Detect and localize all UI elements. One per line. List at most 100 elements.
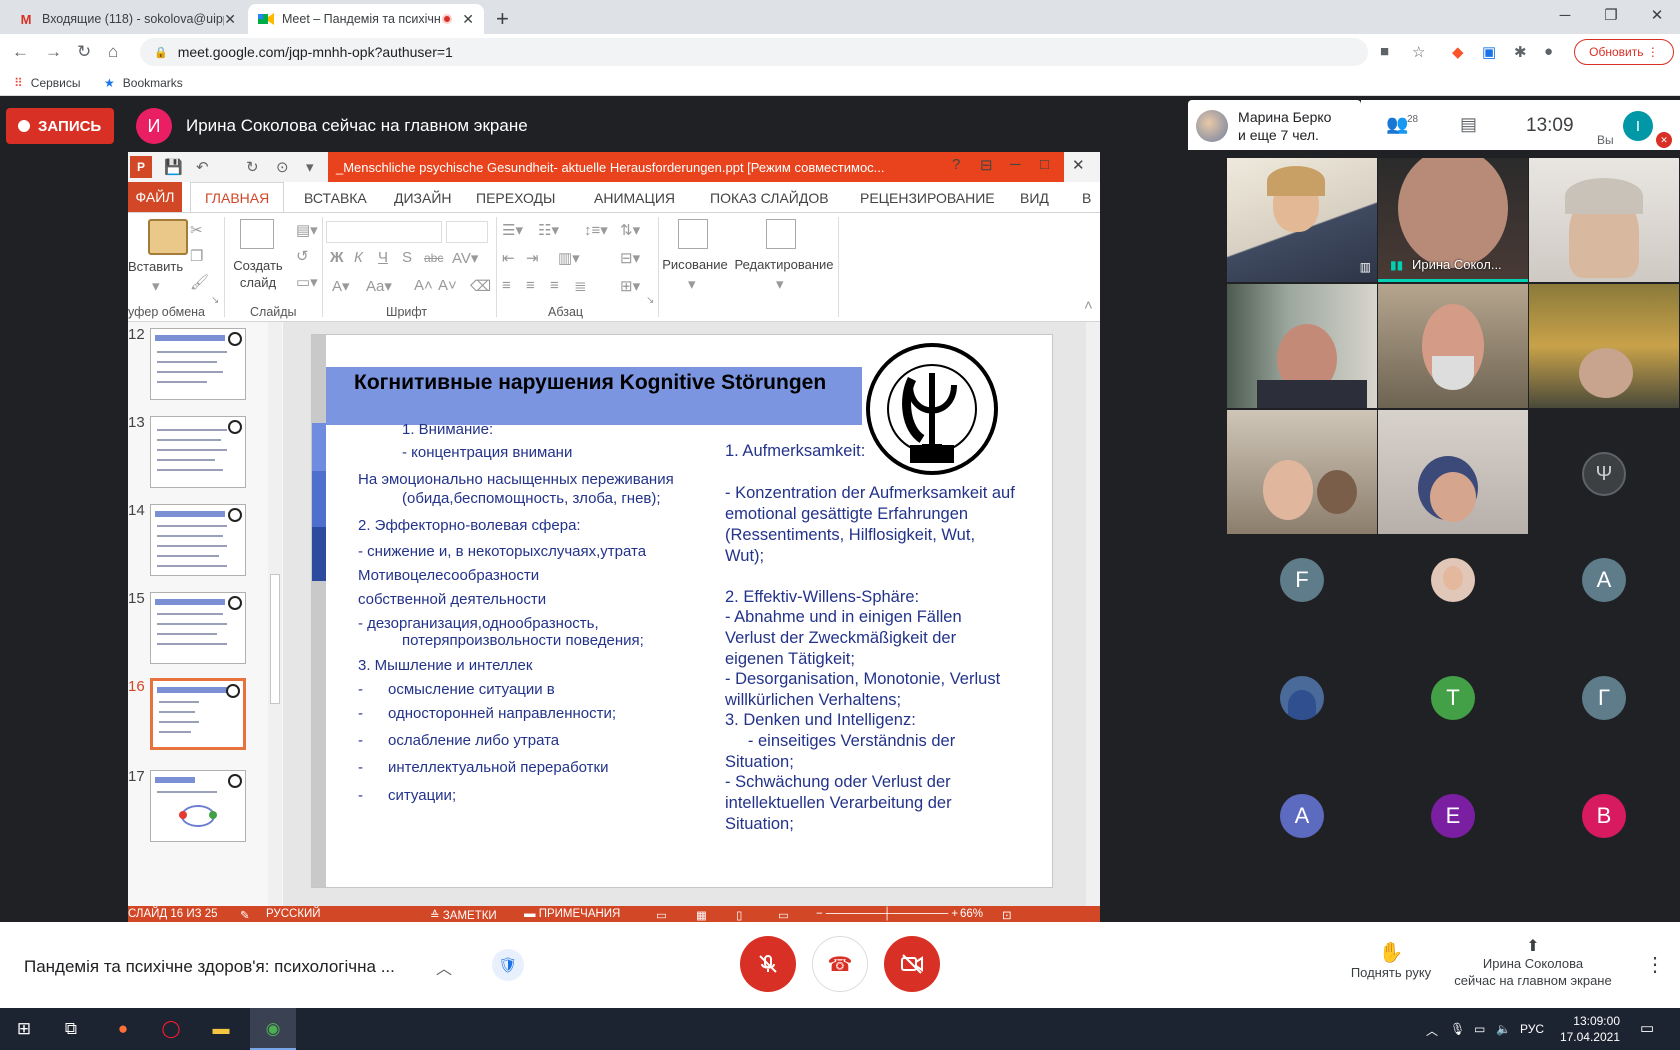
video-tile[interactable] bbox=[1378, 284, 1528, 408]
slideshow-icon[interactable]: ⊙ bbox=[276, 158, 289, 176]
spellcheck-icon[interactable]: ✎ bbox=[240, 908, 250, 922]
columns-icon[interactable]: ▥▾ bbox=[558, 249, 580, 267]
ribbon-display-icon[interactable]: ⊟ bbox=[980, 156, 993, 174]
tab-insert[interactable]: ВСТАВКА bbox=[304, 190, 367, 206]
fit-slide-icon[interactable]: ⊡ bbox=[1002, 908, 1012, 922]
char-spacing-icon[interactable]: AV▾ bbox=[452, 249, 478, 267]
language-status[interactable]: РУССКИЙ bbox=[266, 908, 321, 920]
leave-call-button[interactable]: ☎ bbox=[812, 936, 868, 992]
tab-gmail[interactable]: M Входящие (118) - sokolova@uipp ✕ bbox=[8, 4, 246, 34]
slideshow-view-icon[interactable]: ▭ bbox=[778, 908, 789, 922]
recording-badge[interactable]: ЗАПИСЬ bbox=[6, 108, 114, 144]
bookmark-apps[interactable]: ⠿ Сервисы bbox=[14, 76, 81, 90]
tab-design[interactable]: ДИЗАЙН bbox=[394, 190, 452, 206]
customize-qat-icon[interactable]: ▾ bbox=[306, 158, 314, 176]
notes-button[interactable]: ≙ ЗАМЕТКИ bbox=[430, 908, 497, 922]
increase-indent-icon[interactable]: ⇥ bbox=[526, 249, 539, 267]
close-window-icon[interactable]: ✕ bbox=[1634, 0, 1680, 30]
justify-icon[interactable]: ≣ bbox=[574, 277, 587, 295]
grow-font-icon[interactable]: A˄ bbox=[414, 277, 433, 294]
cut-icon[interactable]: ✂ bbox=[190, 221, 203, 239]
italic-button[interactable]: К bbox=[354, 249, 363, 266]
normal-view-icon[interactable]: ▭ bbox=[656, 908, 667, 922]
tab-transitions[interactable]: ПЕРЕХОДЫ bbox=[476, 190, 555, 206]
people-icon[interactable]: 👥 bbox=[1386, 114, 1408, 135]
avatar-tile[interactable]: B bbox=[1582, 794, 1626, 838]
tab-slideshow[interactable]: ПОКАЗ СЛАЙДОВ bbox=[710, 190, 829, 206]
tab-more[interactable]: В bbox=[1082, 190, 1091, 206]
avatar-tile[interactable]: E bbox=[1431, 794, 1475, 838]
underline-button[interactable]: Ч bbox=[378, 249, 388, 266]
text-direction-icon[interactable]: ⇅▾ bbox=[620, 221, 640, 239]
address-bar[interactable]: 🔒 meet.google.com/jqp-mnhh-opk?authuser=… bbox=[140, 38, 1368, 66]
chrome-icon[interactable]: ◉ bbox=[260, 1016, 286, 1042]
slide-thumbnail[interactable] bbox=[150, 504, 246, 576]
file-explorer-icon[interactable]: ▬ bbox=[208, 1016, 234, 1042]
dropdown-icon[interactable]: ▾ bbox=[776, 275, 784, 293]
new-slide-icon[interactable] bbox=[240, 219, 274, 249]
dropdown-icon[interactable]: ▾ bbox=[688, 275, 696, 293]
tab-meet[interactable]: Meet – Пандемія та психічн ✕ bbox=[248, 4, 484, 34]
meeting-title[interactable]: Пандемія та психічне здоров'я: психологі… bbox=[24, 957, 395, 977]
sorter-view-icon[interactable]: ▦ bbox=[696, 908, 707, 922]
video-tile[interactable] bbox=[1529, 284, 1679, 408]
bold-button[interactable]: Ж bbox=[330, 249, 344, 266]
align-right-icon[interactable]: ≡ bbox=[550, 277, 559, 294]
zoom-slider[interactable]: − ───────┼─────── + bbox=[816, 908, 958, 920]
avatar-tile[interactable]: A bbox=[1582, 558, 1626, 602]
windows-start-icon[interactable]: ⊞ bbox=[11, 1016, 37, 1042]
editing-button[interactable]: Редактирование bbox=[732, 257, 836, 272]
puzzle-icon[interactable]: ✱ bbox=[1514, 43, 1527, 61]
home-icon[interactable]: ⌂ bbox=[108, 42, 118, 62]
bookmark-star-icon[interactable]: ☆ bbox=[1412, 43, 1425, 61]
back-icon[interactable]: ← bbox=[12, 42, 29, 62]
decrease-indent-icon[interactable]: ⇤ bbox=[502, 249, 515, 267]
slide-thumbnail[interactable] bbox=[150, 328, 246, 400]
format-painter-icon[interactable]: 🖌 bbox=[190, 273, 209, 291]
tray-mic-icon[interactable]: 🎙 bbox=[1450, 1022, 1465, 1036]
bookmark-folder[interactable]: ★ Bookmarks bbox=[104, 76, 183, 90]
comments-button[interactable]: ▬ ПРИМЕЧАНИЯ bbox=[524, 908, 620, 920]
minimize-window-icon[interactable]: ─ bbox=[1542, 0, 1588, 30]
tab-file[interactable]: ФАЙЛ bbox=[128, 182, 182, 212]
shield-icon[interactable]: 🛡 bbox=[492, 949, 524, 981]
slide-thumbnail[interactable] bbox=[150, 592, 246, 664]
shadow-button[interactable]: S bbox=[402, 249, 412, 266]
tray-expand-icon[interactable]: ︿ bbox=[1426, 1022, 1438, 1039]
chat-icon[interactable]: ▤ bbox=[1460, 114, 1477, 135]
tab-review[interactable]: РЕЦЕНЗИРОВАНИЕ bbox=[860, 190, 995, 206]
tab-animation[interactable]: АНИМАЦИЯ bbox=[594, 190, 675, 206]
mic-off-button[interactable] bbox=[740, 936, 796, 992]
font-color-icon[interactable]: A▾ bbox=[332, 277, 350, 295]
avatar-tile[interactable]: A bbox=[1280, 794, 1324, 838]
numbering-icon[interactable]: ☷▾ bbox=[538, 221, 559, 239]
editor-scrollbar[interactable] bbox=[1086, 322, 1100, 906]
paste-button[interactable]: Вставить bbox=[128, 259, 183, 274]
tab-view[interactable]: ВИД bbox=[1020, 190, 1049, 206]
video-tile[interactable] bbox=[1227, 284, 1377, 408]
reload-icon[interactable]: ↻ bbox=[77, 42, 91, 62]
dropdown-icon[interactable]: ▾ bbox=[152, 277, 160, 295]
ppt-maximize-icon[interactable]: □ bbox=[1040, 156, 1049, 173]
chevron-up-icon[interactable]: ︿ bbox=[436, 955, 452, 979]
brave-icon[interactable]: ◆ bbox=[1452, 43, 1464, 61]
binoculars-icon[interactable] bbox=[766, 219, 796, 249]
undo-icon[interactable]: ↶ bbox=[196, 158, 209, 176]
tab-home[interactable]: ГЛАВНАЯ bbox=[190, 182, 285, 212]
camera-icon[interactable]: ■ bbox=[1380, 43, 1389, 60]
shrink-font-icon[interactable]: A˅ bbox=[438, 277, 457, 294]
help-icon[interactable]: ? bbox=[952, 156, 960, 173]
ppt-minimize-icon[interactable]: ─ bbox=[1010, 156, 1021, 173]
clear-format-icon[interactable]: ⌫ bbox=[470, 277, 491, 295]
people-summary[interactable]: Марина Берко и еще 7 чел. bbox=[1188, 100, 1361, 150]
strikethrough-button[interactable]: abc bbox=[424, 251, 443, 265]
collapse-ribbon-icon[interactable]: ˄ bbox=[1084, 297, 1093, 314]
font-name-select[interactable] bbox=[326, 221, 442, 243]
zoom-level[interactable]: 66% bbox=[960, 908, 983, 920]
more-options-icon[interactable]: ⋮ bbox=[1645, 952, 1665, 977]
layout-icon[interactable]: ▤▾ bbox=[296, 221, 318, 239]
profile-icon[interactable]: ● bbox=[1544, 43, 1553, 60]
task-view-icon[interactable]: ⧉ bbox=[58, 1016, 84, 1042]
slide-thumbnail[interactable] bbox=[150, 416, 246, 488]
video-tile-active-speaker[interactable]: Ирина Сокол... ▮▮ bbox=[1378, 158, 1528, 282]
